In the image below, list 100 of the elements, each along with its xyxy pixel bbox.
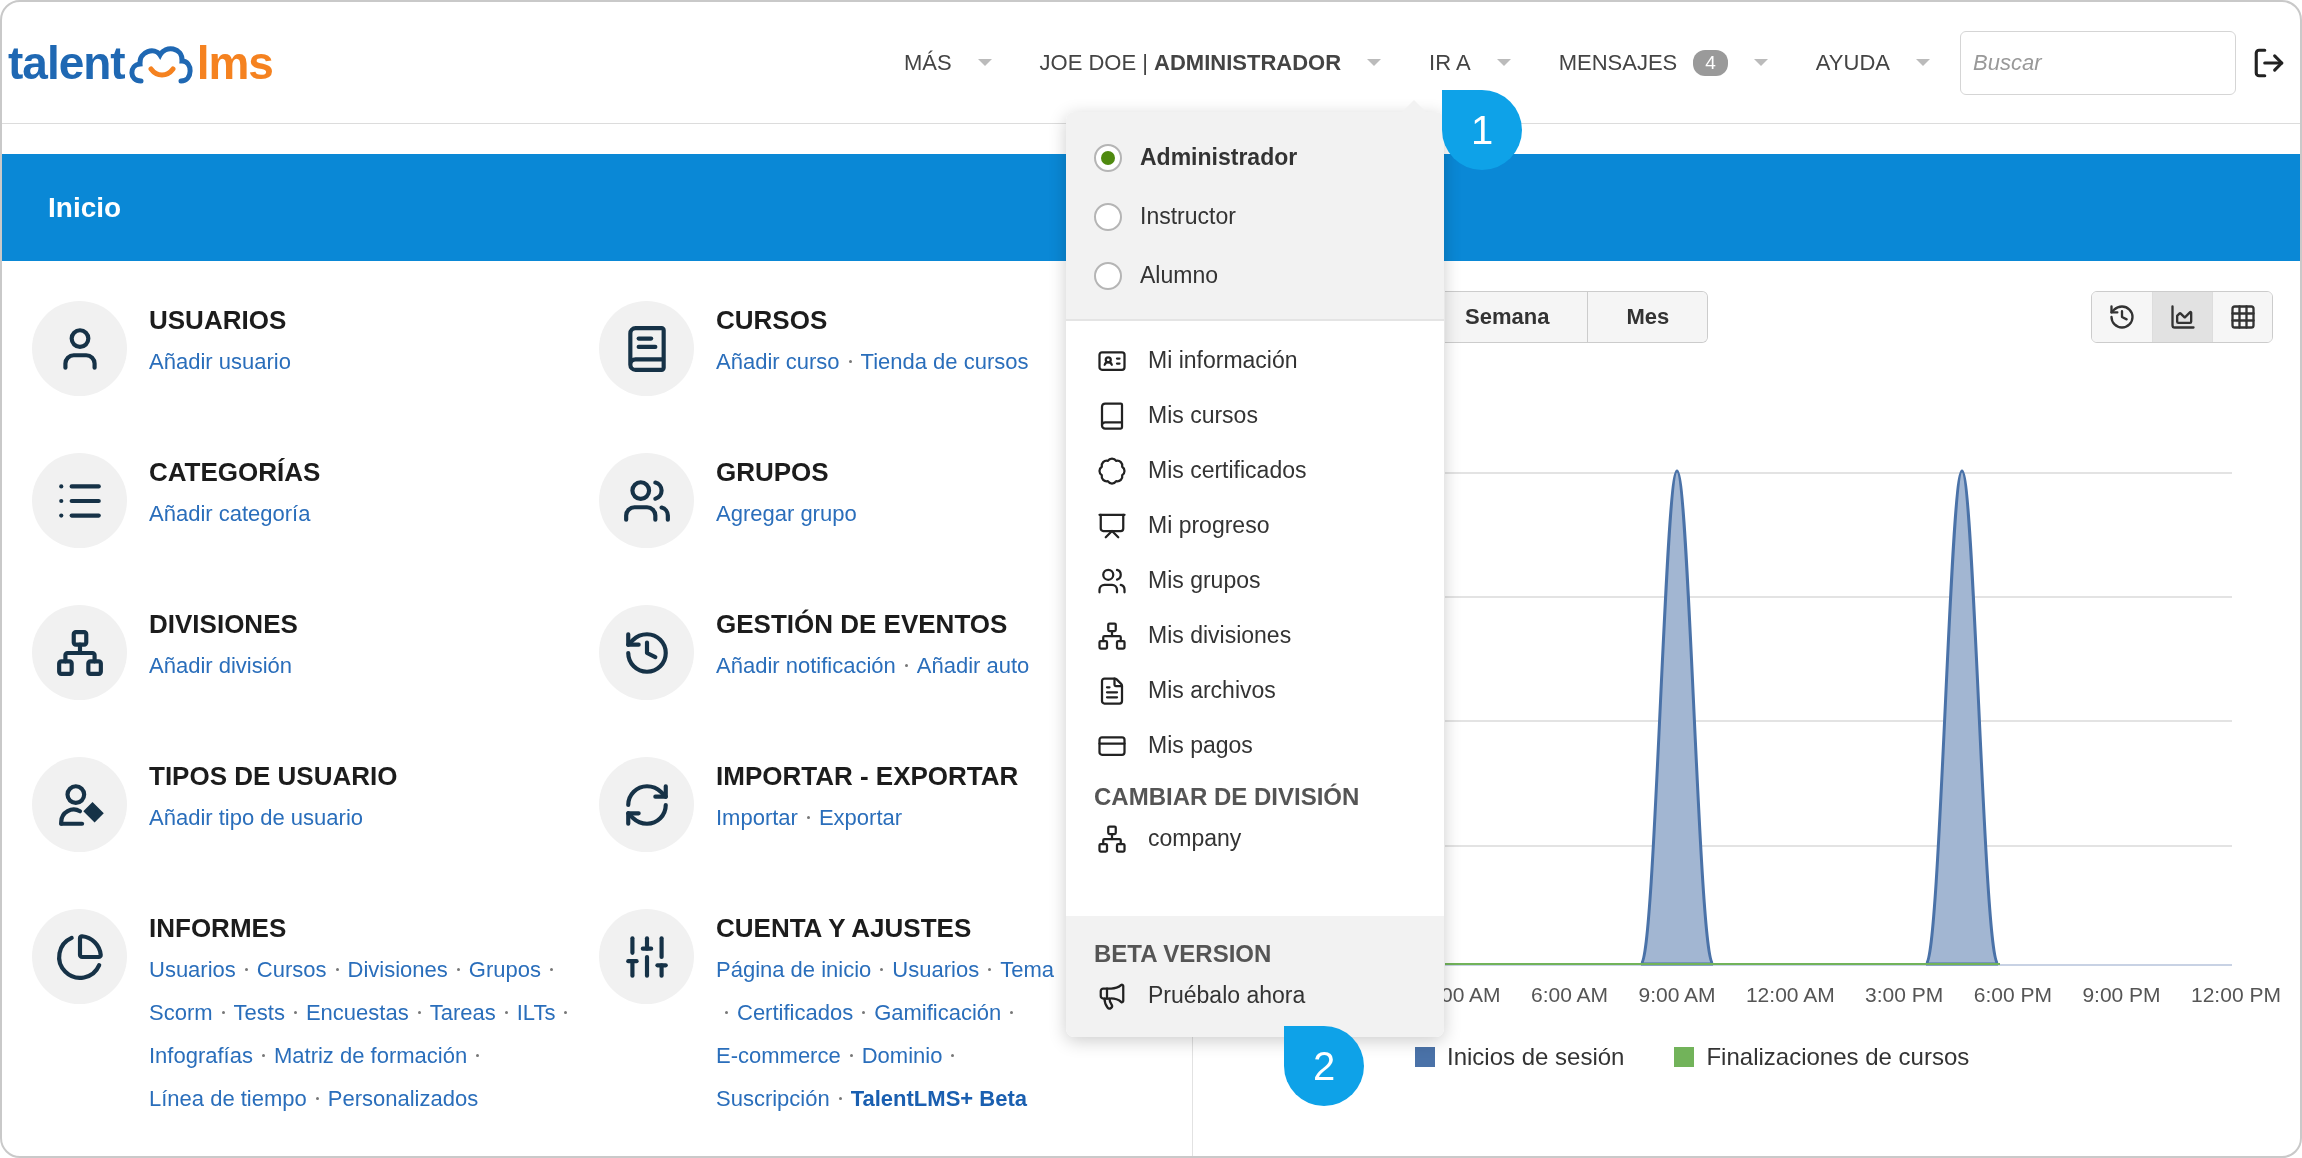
radio-button[interactable] bbox=[1094, 143, 1122, 172]
card-title: GRUPOS bbox=[716, 457, 830, 488]
logo-text: talent bbox=[8, 35, 125, 90]
nav-menu-item[interactable]: MÁS bbox=[879, 49, 1016, 76]
logo-text: lms bbox=[196, 35, 273, 90]
badge-icon bbox=[1097, 455, 1127, 486]
card-link[interactable]: Scorm bbox=[149, 997, 213, 1028]
axis-label: 9:00 AM bbox=[1638, 983, 1716, 1007]
callout-badge: 1 bbox=[1442, 90, 1522, 170]
menu-item[interactable]: Mi información bbox=[1066, 333, 1444, 388]
card-link[interactable]: Añadir usuario bbox=[149, 346, 291, 377]
nav-menu-item[interactable]: AYUDA bbox=[1791, 49, 1954, 76]
axis-label: 12:00 PM bbox=[2191, 983, 2281, 1007]
axis-label: 12:00 AM bbox=[1745, 983, 1835, 1007]
card-title: INFORMES bbox=[149, 913, 288, 944]
card-link[interactable]: Tareas bbox=[429, 997, 496, 1028]
callout-badge: 2 bbox=[1284, 1026, 1364, 1106]
caret-icon bbox=[977, 59, 992, 66]
card-title: TIPOS DE USUARIO bbox=[149, 761, 398, 792]
card-title: DIVISIONES bbox=[149, 609, 298, 640]
history-icon bbox=[2108, 303, 2136, 331]
period-button[interactable]: Mes bbox=[1587, 292, 1708, 342]
card-link[interactable]: Divisiones bbox=[347, 954, 448, 985]
card-link[interactable]: Importar bbox=[716, 802, 798, 833]
card-link[interactable]: Añadir notificación bbox=[716, 650, 896, 681]
grid-icon bbox=[2228, 303, 2257, 331]
menu-item[interactable]: Mis grupos bbox=[1066, 553, 1444, 608]
card-link[interactable]: Grupos bbox=[468, 954, 541, 985]
search-field[interactable]: Buscar bbox=[1960, 30, 2236, 95]
menu-item[interactable]: company bbox=[1066, 811, 1444, 866]
card-link[interactable]: Página de inicio bbox=[716, 954, 872, 985]
role-option[interactable]: Instructor bbox=[1066, 187, 1444, 246]
menu-item[interactable]: Mis divisiones bbox=[1066, 608, 1444, 663]
card-link[interactable]: Certificados bbox=[737, 997, 854, 1028]
role-label: Instructor bbox=[1140, 203, 1236, 230]
axis-label: 9:00 PM bbox=[2082, 983, 2161, 1007]
card-link[interactable]: Usuarios bbox=[149, 954, 236, 985]
view-button[interactable] bbox=[2092, 292, 2152, 342]
caret-icon bbox=[1753, 59, 1768, 66]
card-link[interactable]: Añadir curso bbox=[716, 346, 840, 377]
view-button[interactable] bbox=[2152, 292, 2212, 342]
axis-label: 3:00 PM bbox=[1865, 983, 1944, 1007]
pie-chart-icon bbox=[54, 931, 105, 982]
card-link[interactable]: E-commerce bbox=[716, 1040, 841, 1071]
menu-item[interactable]: Pruébalo ahora bbox=[1066, 968, 1444, 1023]
legend-label: Inicios de sesión bbox=[1447, 1043, 1625, 1071]
card-link[interactable]: Matriz de formación bbox=[273, 1040, 468, 1071]
card-link[interactable]: Gamificación bbox=[874, 997, 1002, 1028]
card-link[interactable]: Añadir categoría bbox=[149, 498, 311, 529]
card-link[interactable]: Tienda de cursos bbox=[860, 346, 1029, 377]
hierarchy-icon bbox=[1097, 620, 1127, 651]
card-title: GESTIÓN DE EVENTOS bbox=[716, 609, 1009, 640]
card-link[interactable]: Usuarios bbox=[892, 954, 980, 985]
menu-item[interactable]: Mis cursos bbox=[1066, 388, 1444, 443]
card-link[interactable]: Cursos bbox=[256, 954, 327, 985]
card-title: CUENTA Y AJUSTES bbox=[716, 913, 973, 944]
page-title: Inicio bbox=[48, 191, 122, 224]
role-label: Alumno bbox=[1140, 262, 1218, 289]
card-link[interactable]: Añadir tipo de usuario bbox=[149, 802, 364, 833]
card-link[interactable]: Tema bbox=[1000, 954, 1054, 985]
card-link[interactable]: Añadir auto bbox=[916, 650, 1030, 681]
radio-button[interactable] bbox=[1094, 202, 1122, 231]
section-heading: CAMBIAR DE DIVISIÓN bbox=[1093, 782, 1361, 811]
card-title: CATEGORÍAS bbox=[149, 457, 321, 488]
card-title: CURSOS bbox=[716, 305, 829, 336]
menu-item[interactable]: Mi progreso bbox=[1066, 498, 1444, 553]
card-link[interactable]: Encuestas bbox=[305, 997, 409, 1028]
card-link[interactable]: Añadir división bbox=[149, 650, 293, 681]
radio-button[interactable] bbox=[1094, 261, 1122, 290]
menu-item[interactable]: Mis certificados bbox=[1066, 443, 1444, 498]
card-title: IMPORTAR - EXPORTAR bbox=[716, 761, 1019, 792]
caret-icon bbox=[1496, 59, 1511, 66]
hierarchy-icon bbox=[1097, 823, 1127, 854]
legend-label: Finalizaciones de cursos bbox=[1706, 1043, 1970, 1071]
card-link[interactable]: Dominio bbox=[861, 1040, 943, 1071]
card-link[interactable]: Exportar bbox=[818, 802, 903, 833]
role-option[interactable]: Alumno bbox=[1066, 246, 1444, 305]
card-link[interactable]: Personalizados bbox=[327, 1083, 479, 1114]
card-link[interactable]: Tests bbox=[233, 997, 285, 1028]
nav-menu-item[interactable]: MENSAJES 4 bbox=[1534, 49, 1792, 76]
menu-item[interactable]: Mis archivos bbox=[1066, 663, 1444, 718]
nav-menu-item[interactable]: JOE DOE | ADMINISTRADOR bbox=[1015, 49, 1406, 76]
menu-item[interactable]: Mis pagos bbox=[1066, 718, 1444, 773]
axis-label: 6:00 AM bbox=[1530, 983, 1609, 1007]
card-link[interactable]: Línea de tiempo bbox=[149, 1083, 307, 1114]
card-link[interactable]: ILTs bbox=[516, 997, 556, 1028]
card-link[interactable]: TalentLMS+ Beta bbox=[850, 1083, 1027, 1114]
nav-menu-item[interactable]: IR A bbox=[1405, 49, 1535, 76]
card-link[interactable]: Suscripción bbox=[716, 1083, 830, 1114]
role-option[interactable]: Administrador bbox=[1066, 128, 1444, 187]
card-title: USUARIOS bbox=[149, 305, 288, 336]
hierarchy-icon bbox=[54, 627, 105, 678]
card-link[interactable]: Infografías bbox=[149, 1040, 253, 1071]
view-button[interactable] bbox=[2212, 292, 2272, 342]
message-count-badge: 4 bbox=[1693, 49, 1728, 76]
card-link[interactable]: Agregar grupo bbox=[716, 498, 857, 529]
caret-icon bbox=[1367, 59, 1382, 66]
area-chart-icon bbox=[2168, 303, 2197, 331]
section-heading: BETA VERSION bbox=[1093, 939, 1273, 968]
axis-label: 6:00 PM bbox=[1973, 983, 2052, 1007]
